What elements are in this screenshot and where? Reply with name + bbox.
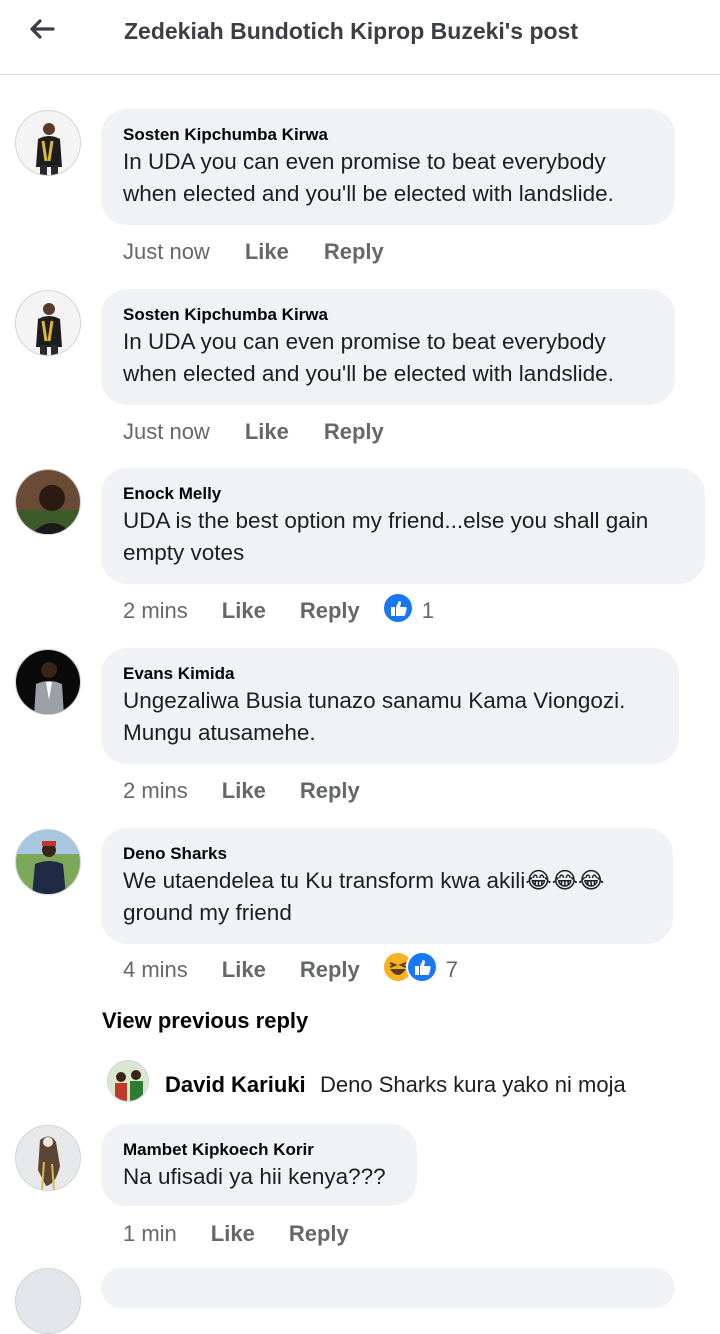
- comment-time: Just now: [123, 239, 210, 264]
- back-arrow-icon: [30, 19, 55, 39]
- avatar[interactable]: [15, 110, 81, 176]
- like-button[interactable]: Like: [222, 957, 266, 983]
- comment-time: 2 mins: [123, 598, 188, 623]
- like-button[interactable]: Like: [222, 598, 266, 624]
- back-button[interactable]: [22, 12, 62, 46]
- reply-button[interactable]: Reply: [289, 1221, 349, 1247]
- reply-button[interactable]: Reply: [300, 598, 360, 624]
- comment-bubble[interactable]: Deno Sharks We utaendelea tu Ku transfor…: [101, 828, 673, 944]
- reply-text: Deno Sharks kura yako ni moja: [320, 1072, 626, 1097]
- comment-author[interactable]: Sosten Kipchumba Kirwa: [123, 124, 653, 146]
- comment-author[interactable]: Mambet Kipkoech Korir: [123, 1139, 395, 1161]
- page-title: Zedekiah Bundotich Kiprop Buzeki's post: [124, 18, 579, 44]
- like-button[interactable]: Like: [222, 778, 266, 804]
- post-header: Zedekiah Bundotich Kiprop Buzeki's post: [0, 0, 720, 75]
- like-button[interactable]: Like: [245, 419, 289, 445]
- reply-button[interactable]: Reply: [324, 419, 384, 445]
- comment-text: In UDA you can even promise to beat ever…: [123, 149, 614, 206]
- reply-button[interactable]: Reply: [324, 239, 384, 265]
- comment-bubble[interactable]: Enock Melly UDA is the best option my fr…: [101, 468, 705, 584]
- avatar[interactable]: [107, 1060, 149, 1102]
- comment-bubble[interactable]: Mambet Kipkoech Korir Na ufisadi ya hii …: [101, 1124, 417, 1206]
- comment-bubble[interactable]: Evans Kimida Ungezaliwa Busia tunazo san…: [101, 648, 679, 764]
- comment-actions: 4 mins Like Reply 7: [123, 951, 458, 985]
- avatar[interactable]: [15, 649, 81, 715]
- like-reaction-icon: [405, 951, 438, 989]
- comment-time: 1 min: [123, 1221, 177, 1246]
- reaction-summary[interactable]: 7: [381, 951, 458, 989]
- reaction-count: 7: [445, 957, 458, 982]
- comment-time: 2 mins: [123, 778, 188, 803]
- comment-time: 4 mins: [123, 957, 188, 982]
- comment-author[interactable]: Deno Sharks: [123, 843, 651, 865]
- comment-author[interactable]: Sosten Kipchumba Kirwa: [123, 304, 653, 326]
- comment-text: UDA is the best option my friend...else …: [123, 508, 649, 565]
- comment-author[interactable]: Evans Kimida: [123, 663, 657, 685]
- comment-actions: 2 mins Like Reply 1: [123, 592, 434, 626]
- reply-preview[interactable]: David Kariuki Deno Sharks kura yako ni m…: [107, 1060, 707, 1102]
- avatar[interactable]: [15, 1268, 81, 1334]
- reaction-count: 1: [421, 598, 434, 623]
- avatar[interactable]: [15, 290, 81, 356]
- comment-text: Ungezaliwa Busia tunazo sanamu Kama Vion…: [123, 688, 626, 745]
- comment-author[interactable]: Enock Melly: [123, 483, 683, 505]
- comment-actions: 1 min Like Reply: [123, 1219, 349, 1249]
- reply-button[interactable]: Reply: [300, 778, 360, 804]
- comment-bubble[interactable]: Sosten Kipchumba Kirwa In UDA you can ev…: [101, 289, 675, 405]
- avatar[interactable]: [15, 1125, 81, 1191]
- comment-text: In UDA you can even promise to beat ever…: [123, 329, 614, 386]
- like-button[interactable]: Like: [211, 1221, 255, 1247]
- view-previous-reply-link[interactable]: View previous reply: [102, 1008, 308, 1034]
- comment-bubble[interactable]: Sosten Kipchumba Kirwa In UDA you can ev…: [101, 109, 675, 225]
- comment-actions: Just now Like Reply: [123, 237, 384, 267]
- comment-bubble[interactable]: [101, 1268, 675, 1308]
- comment-text: We utaendelea tu Ku transform kwa akili😂…: [123, 868, 605, 925]
- avatar[interactable]: [15, 469, 81, 535]
- comment-actions: Just now Like Reply: [123, 417, 384, 447]
- reaction-summary[interactable]: 1: [381, 592, 434, 630]
- reply-button[interactable]: Reply: [300, 957, 360, 983]
- like-reaction-icon: [381, 592, 414, 630]
- comment-time: Just now: [123, 419, 210, 444]
- like-button[interactable]: Like: [245, 239, 289, 265]
- comment-actions: 2 mins Like Reply: [123, 776, 360, 806]
- reply-author[interactable]: David Kariuki: [165, 1072, 306, 1098]
- avatar[interactable]: [15, 829, 81, 895]
- comment-text: Na ufisadi ya hii kenya???: [123, 1164, 386, 1189]
